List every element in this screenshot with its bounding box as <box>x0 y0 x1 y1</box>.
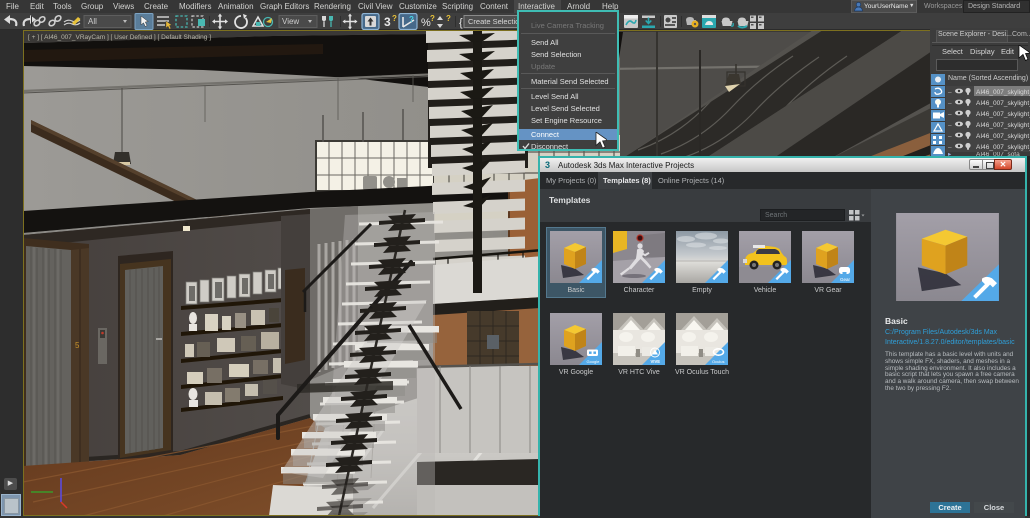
svg-text:AI46_007_skylight_: AI46_007_skylight_ <box>976 100 1030 107</box>
svg-text:?: ? <box>430 14 435 23</box>
svg-text:–: – <box>948 100 952 107</box>
svg-text:3: 3 <box>384 15 391 29</box>
svg-text:Gear: Gear <box>840 277 851 282</box>
svg-text:{: { <box>459 17 463 29</box>
svg-text:AI46_007_skylight_: AI46_007_skylight_ <box>976 133 1030 140</box>
svg-text:All: All <box>88 17 97 26</box>
svg-text:–: – <box>948 122 952 129</box>
svg-text:AI46_007_skylight_: AI46_007_skylight_ <box>976 122 1030 129</box>
svg-text:–: – <box>948 144 952 151</box>
svg-text:Google: Google <box>587 359 601 364</box>
svg-text:VIVE: VIVE <box>651 359 661 364</box>
svg-text:View: View <box>282 17 299 26</box>
svg-text:–: – <box>948 111 952 118</box>
svg-text:–: – <box>948 133 952 140</box>
svg-text:AI46_007_skylight_: AI46_007_skylight_ <box>976 111 1030 118</box>
svg-text:5: 5 <box>75 341 80 350</box>
svg-text:Oculus: Oculus <box>712 359 724 364</box>
svg-text:AI46_007_skylight_: AI46_007_skylight_ <box>976 144 1030 151</box>
svg-text:?: ? <box>446 14 451 23</box>
svg-text:–: – <box>948 89 952 96</box>
svg-text:AI46_007_skylight_: AI46_007_skylight_ <box>976 89 1030 96</box>
svg-text:?: ? <box>409 15 414 24</box>
svg-text:?: ? <box>392 14 397 23</box>
